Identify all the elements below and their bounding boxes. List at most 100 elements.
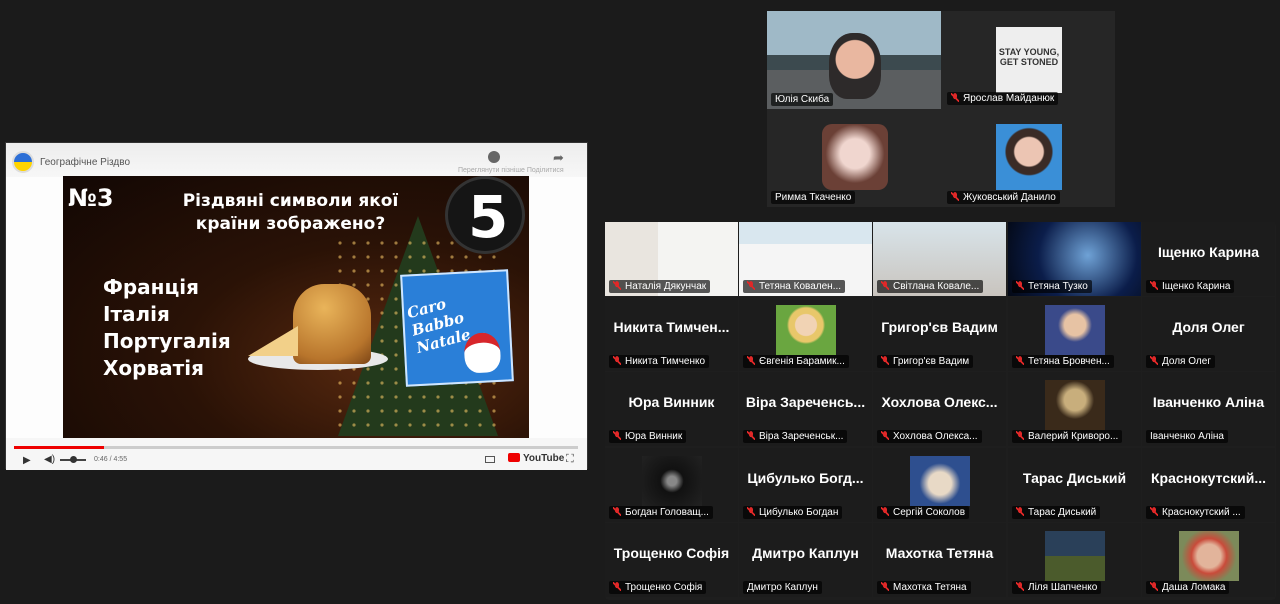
participant-name-large: Юра Винник bbox=[628, 394, 715, 410]
participant-name-large: Григор'єв Вадим bbox=[881, 319, 998, 335]
participant-tile[interactable]: Сергій Соколов bbox=[873, 448, 1006, 522]
participant-tile[interactable]: Тетяна Ковален... bbox=[739, 222, 872, 296]
clock-icon[interactable] bbox=[488, 151, 500, 163]
muted-mic-icon bbox=[613, 507, 621, 516]
answer-options: Франція Італія Португалія Хорватія bbox=[103, 274, 231, 382]
muted-mic-icon bbox=[1016, 582, 1024, 591]
participant-name: Тетяна Ковален... bbox=[743, 280, 846, 293]
video-title[interactable]: Географічне Різдво bbox=[40, 157, 130, 168]
player-actions-text: Переглянути пізніше Поділитися bbox=[458, 167, 564, 174]
muted-mic-icon bbox=[747, 281, 755, 290]
participant-tile[interactable]: Дмитро Каплун Дмитро Каплун bbox=[739, 523, 872, 597]
participant-tile[interactable]: Тетяна Бровчен... bbox=[1008, 297, 1141, 371]
participant-tile[interactable]: Наталія Дякунчак bbox=[605, 222, 738, 296]
participant-name: Краснокутский ... bbox=[1146, 506, 1245, 519]
participant-name-large: Іщенко Карина bbox=[1157, 244, 1260, 260]
speaker-gallery: Юлія Скиба STAY YOUNG, GET STONED Яросла… bbox=[767, 11, 1115, 207]
muted-mic-icon bbox=[747, 356, 755, 365]
participant-name-large: Іванченко Аліна bbox=[1152, 394, 1265, 410]
speaker-tile[interactable]: Римма Ткаченко bbox=[767, 110, 941, 207]
participant-name: Юра Винник bbox=[609, 430, 687, 443]
participant-tile[interactable]: Іванченко Аліна Іванченко Аліна bbox=[1142, 372, 1275, 446]
participant-name: Віра Зареченськ... bbox=[743, 430, 848, 443]
profile-picture bbox=[1179, 531, 1239, 581]
participant-name: Даша Ломака bbox=[1146, 581, 1230, 594]
participant-name: Махотка Тетяна bbox=[877, 581, 971, 594]
volume-knob[interactable] bbox=[70, 456, 77, 463]
subtitles-icon[interactable] bbox=[485, 456, 495, 463]
profile-picture bbox=[1045, 531, 1105, 581]
participant-name: Валерий Криворо... bbox=[1012, 430, 1123, 443]
participant-tile[interactable]: Хохлова Олекс... Хохлова Олекса... bbox=[873, 372, 1006, 446]
participant-name: Іванченко Аліна bbox=[1146, 430, 1228, 443]
option-4: Хорватія bbox=[103, 356, 204, 380]
participant-tile[interactable]: Даша Ломака bbox=[1142, 523, 1275, 597]
participant-name-large: Никита Тимчен... bbox=[613, 319, 730, 335]
participant-name: Іщенко Карина bbox=[1146, 280, 1235, 293]
speaker-tile[interactable]: STAY YOUNG, GET STONED Ярослав Майданюк bbox=[943, 11, 1115, 108]
participant-name: Ярослав Майданюк bbox=[947, 92, 1059, 105]
muted-mic-icon bbox=[1150, 356, 1158, 365]
profile-picture bbox=[910, 456, 970, 506]
muted-mic-icon bbox=[1016, 431, 1024, 440]
muted-mic-icon bbox=[1150, 507, 1158, 516]
participant-tile[interactable]: Віра Зареченсь... Віра Зареченськ... bbox=[739, 372, 872, 446]
participant-tile[interactable]: Валерий Криворо... bbox=[1008, 372, 1141, 446]
participant-name: Тетяна Бровчен... bbox=[1012, 355, 1114, 368]
participants-grid: Наталія Дякунчак Тетяна Ковален... Світлан… bbox=[605, 222, 1276, 600]
participant-face bbox=[829, 33, 881, 99]
participant-tile[interactable]: Юра Винник Юра Винник bbox=[605, 372, 738, 446]
player-controls: ▶ ◀) 0:46 / 4:55 YouTube ⛶ bbox=[6, 438, 587, 470]
slide-question: Різдвяні символи якої країни зображено? bbox=[182, 191, 399, 234]
fullscreen-icon[interactable]: ⛶ bbox=[566, 453, 574, 466]
participant-tile[interactable]: Богдан Головащ... bbox=[605, 448, 738, 522]
shared-screen-video-player[interactable]: Географічне Різдво ➦ Переглянути пізніше… bbox=[5, 142, 588, 470]
participant-tile[interactable]: Цибулько Богд... Цибулько Богдан bbox=[739, 448, 872, 522]
muted-mic-icon bbox=[613, 281, 621, 290]
participant-tile[interactable]: Трощенко Софія Трощенко Софія bbox=[605, 523, 738, 597]
participant-tile[interactable]: Ліля Шапченко bbox=[1008, 523, 1141, 597]
muted-mic-icon bbox=[1150, 281, 1158, 290]
option-2: Італія bbox=[103, 302, 170, 326]
muted-mic-icon bbox=[747, 507, 755, 516]
participant-name-large: Доля Олег bbox=[1172, 319, 1245, 335]
participant-name: Григор'єв Вадим bbox=[877, 355, 974, 368]
participant-tile[interactable]: Никита Тимчен... Никита Тимченко bbox=[605, 297, 738, 371]
participant-name: Тарас Диський bbox=[1012, 506, 1101, 519]
participant-tile[interactable]: Григор'єв Вадим Григор'єв Вадим bbox=[873, 297, 1006, 371]
participant-name: Хохлова Олекса... bbox=[877, 430, 982, 443]
participant-name: Світлана Ковале... bbox=[877, 280, 984, 293]
muted-mic-icon bbox=[1016, 356, 1024, 365]
channel-logo: 5 bbox=[445, 176, 525, 254]
participant-name: Ліля Шапченко bbox=[1012, 581, 1102, 594]
play-icon[interactable]: ▶ bbox=[23, 455, 31, 466]
muted-mic-icon bbox=[881, 431, 889, 440]
progress-bar[interactable] bbox=[14, 446, 578, 449]
participant-name-large: Хохлова Олекс... bbox=[881, 394, 998, 410]
participant-tile[interactable]: Світлана Ковале... bbox=[873, 222, 1006, 296]
muted-mic-icon bbox=[951, 93, 959, 102]
participant-name: Жуковський Данило bbox=[947, 191, 1060, 204]
volume-icon[interactable]: ◀) bbox=[44, 454, 55, 465]
participant-name-large: Махотка Тетяна bbox=[885, 545, 994, 561]
participant-name: Євгенія Барамик... bbox=[743, 355, 849, 368]
time-display: 0:46 / 4:55 bbox=[94, 456, 128, 463]
speaker-tile[interactable]: Юлія Скиба bbox=[767, 11, 941, 109]
participant-name-large: Тарас Диський bbox=[1022, 470, 1127, 486]
santa-icon bbox=[463, 331, 502, 374]
profile-picture bbox=[1045, 305, 1105, 355]
share-icon[interactable]: ➦ bbox=[553, 150, 564, 166]
participant-tile[interactable]: Доля Олег Доля Олег bbox=[1142, 297, 1275, 371]
participant-tile[interactable]: Махотка Тетяна Махотка Тетяна bbox=[873, 523, 1006, 597]
channel-avatar[interactable] bbox=[12, 151, 34, 173]
participant-tile[interactable]: Тарас Диський Тарас Диський bbox=[1008, 448, 1141, 522]
participant-name: Никита Тимченко bbox=[609, 355, 710, 368]
participant-tile[interactable]: Іщенко Карина Іщенко Карина bbox=[1142, 222, 1275, 296]
youtube-icon bbox=[508, 453, 520, 462]
participant-tile[interactable]: Тетяна Тузко bbox=[1008, 222, 1141, 296]
participant-tile[interactable]: Краснокутский... Краснокутский ... bbox=[1142, 448, 1275, 522]
participant-tile[interactable]: Євгенія Барамик... bbox=[739, 297, 872, 371]
video-frame[interactable]: №3 Різдвяні символи якої країни зображен… bbox=[63, 176, 529, 438]
youtube-logo[interactable]: YouTube bbox=[508, 453, 564, 464]
speaker-tile[interactable]: Жуковський Данило bbox=[943, 110, 1115, 207]
